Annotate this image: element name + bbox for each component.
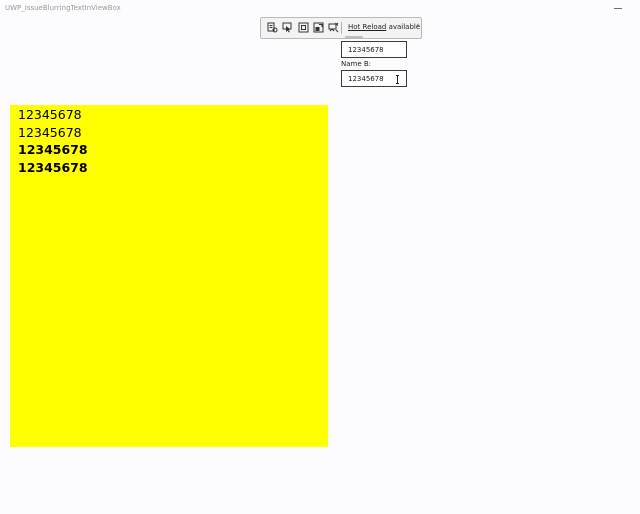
select-element-icon[interactable]: [282, 22, 293, 33]
text-line-1: 12345678: [18, 107, 82, 122]
toolbar-separator: [341, 22, 342, 34]
viewbox-panel: 12345678 12345678 12345678 12345678: [10, 105, 328, 447]
in-app-toolbar: Hot Reload available ‹: [260, 17, 422, 39]
collapse-toolbar-icon[interactable]: ‹: [416, 21, 420, 31]
name-b-label: Name B:: [341, 60, 372, 68]
track-focus-icon[interactable]: [313, 22, 324, 33]
text-cursor-icon: [396, 75, 399, 84]
minimize-button[interactable]: [614, 8, 622, 9]
hot-reload-link[interactable]: Hot Reload: [348, 23, 386, 31]
text-line-3: 12345678: [18, 142, 88, 157]
hot-reload-status: Hot Reload available: [348, 23, 420, 31]
binding-failures-icon[interactable]: [328, 22, 339, 33]
live-visual-tree-icon[interactable]: [267, 22, 278, 33]
name-a-input[interactable]: [341, 41, 407, 58]
text-line-2: 12345678: [18, 125, 82, 140]
display-layout-adorners-icon[interactable]: [298, 22, 309, 33]
text-line-4: 12345678: [18, 160, 88, 175]
window-title: UWP_IssueBlurringTextInViewBox: [5, 4, 121, 12]
toolbar-drag-handle[interactable]: [345, 36, 363, 38]
